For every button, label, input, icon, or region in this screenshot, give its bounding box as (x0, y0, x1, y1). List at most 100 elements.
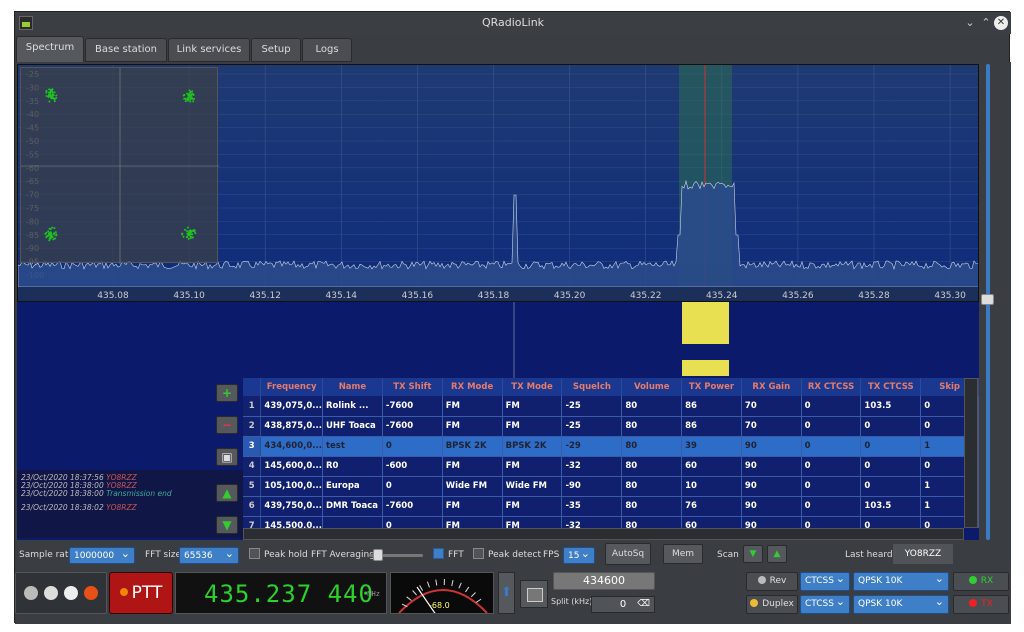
close-icon[interactable]: ✕ (994, 16, 1008, 30)
table-cell[interactable]: 0 (801, 436, 862, 457)
table-cell[interactable]: 0 (801, 476, 862, 497)
table-cell[interactable]: 60 (681, 516, 742, 528)
tx-mode-select[interactable]: QPSK 10K (853, 593, 949, 614)
table-cell[interactable]: -35 (561, 496, 623, 517)
scan-up-button[interactable]: ▲ (767, 545, 787, 563)
table-cell[interactable]: -7600 (382, 396, 443, 417)
table-row[interactable]: 6 439,750,0... DMR Toaca -7600 FM FM -35 80 76 90… (243, 496, 979, 517)
mem-button[interactable]: Mem (663, 544, 703, 564)
tab-logs[interactable]: Logs (302, 38, 352, 62)
fft-size-select[interactable]: 65536 (179, 545, 239, 564)
table-cell[interactable]: -7600 (382, 496, 443, 517)
save-memory-button[interactable]: ▣ (216, 448, 238, 466)
table-cell[interactable]: -7600 (382, 416, 443, 437)
table-cell[interactable]: 0 (860, 476, 922, 497)
table-cell[interactable]: Europa (322, 476, 383, 497)
table-cell[interactable]: 145,600,0... (260, 456, 323, 477)
table-header-cell[interactable]: Volume (621, 378, 683, 396)
table-cell[interactable]: DMR Toaca (322, 496, 383, 517)
table-cell[interactable]: -25 (561, 396, 623, 417)
table-cell[interactable]: 39 (681, 436, 742, 457)
table-header-cell[interactable]: Squelch (561, 378, 623, 396)
fps-select[interactable]: 15 (563, 545, 595, 564)
move-down-button[interactable]: ▼ (216, 516, 238, 534)
row-number[interactable]: 7 (243, 516, 262, 528)
table-header-cell[interactable]: Name (322, 378, 383, 396)
autosq-button[interactable]: AutoSq (605, 543, 651, 565)
table-vertical-scrollbar[interactable] (964, 378, 978, 528)
table-cell[interactable]: 0 (382, 516, 443, 528)
rev-button[interactable]: Rev (746, 572, 798, 591)
spectrum-plot[interactable]: 435.08 435.10 435.12 435.14 435.16 435.18 435.… (17, 64, 979, 302)
table-cell[interactable]: 0 (860, 416, 922, 437)
row-number[interactable]: 2 (243, 416, 262, 437)
table-cell[interactable]: BPSK 2K (442, 436, 503, 457)
table-cell[interactable]: 0 (860, 516, 922, 528)
table-cell[interactable]: 80 (621, 456, 683, 477)
table-cell[interactable]: test (322, 436, 383, 457)
peak-hold-checkbox[interactable]: Peak hold (249, 547, 308, 564)
table-row[interactable]: 2 438,875,0... UHF Toaca -7600 FM FM -25 80 86 70… (243, 416, 979, 437)
tune-button[interactable]: ⬆ (498, 572, 515, 614)
tx-button[interactable]: TX (953, 595, 1009, 614)
table-cell[interactable]: 439,750,0... (260, 496, 323, 517)
table-row[interactable]: 3 434,600,0... test 0 BPSK 2K BPSK 2K -29 80 39 9… (243, 436, 979, 457)
rx-mode-select[interactable]: QPSK 10K (853, 570, 949, 591)
table-cell[interactable]: 76 (681, 496, 742, 517)
table-row[interactable]: 5 105,100,0... Europa 0 Wide FM Wide FM -90 80 1… (243, 476, 979, 497)
table-header-cell[interactable]: TX Shift (382, 378, 443, 396)
gain-slider-handle[interactable] (981, 294, 994, 305)
row-number[interactable]: 6 (243, 496, 262, 517)
table-header-cell[interactable]: RX Gain (741, 378, 802, 396)
table-cell[interactable]: FM (442, 496, 503, 517)
table-cell[interactable]: 86 (681, 396, 742, 417)
table-cell[interactable]: 0 (860, 436, 922, 457)
table-horizontal-scrollbar[interactable] (243, 528, 964, 540)
table-cell[interactable]: FM (502, 496, 563, 517)
table-cell[interactable]: -32 (561, 516, 623, 528)
table-cell[interactable]: UHF Toaca (322, 416, 383, 437)
table-header-cell[interactable]: TX Mode (502, 378, 563, 396)
memory-table[interactable]: Frequency Name TX Shift RX Mode TX Mode Squel… (243, 378, 979, 528)
table-cell[interactable]: FM (502, 456, 563, 477)
table-cell[interactable]: 0 (801, 516, 862, 528)
table-cell[interactable]: 103.5 (860, 396, 922, 417)
move-up-button[interactable]: ▲ (216, 484, 238, 502)
tab-spectrum[interactable]: Spectrum (16, 36, 84, 62)
table-header-cell[interactable]: RX Mode (442, 378, 503, 396)
table-header-cell[interactable]: Frequency (260, 378, 323, 396)
table-cell[interactable]: 0 (382, 436, 443, 457)
tune-frequency-field[interactable]: 434600 (553, 572, 655, 590)
table-row[interactable]: 1 439,075,0... Rolink ... -7600 FM FM -25 80 86 7… (243, 396, 979, 417)
table-cell[interactable]: Wide FM (502, 476, 563, 497)
table-header-cell[interactable]: TX CTCSS (860, 378, 922, 396)
tab-link-services[interactable]: Link services (168, 38, 250, 62)
table-row[interactable]: 4 145,600,0... R0 -600 FM FM -32 80 60 90 0 0 0 (243, 456, 979, 477)
fft-averaging-handle[interactable] (373, 549, 383, 561)
table-cell[interactable]: 439,075,0... (260, 396, 323, 417)
table-cell[interactable]: -29 (561, 436, 623, 457)
table-cell[interactable]: FM (442, 516, 503, 528)
table-cell[interactable] (322, 516, 383, 528)
split-field[interactable]: 0 ⌫ (591, 596, 655, 613)
table-cell[interactable]: 10 (681, 476, 742, 497)
rx-ctcss-select[interactable]: CTCSS (800, 570, 850, 591)
fft-checkbox[interactable]: FFT (433, 547, 464, 564)
table-cell[interactable]: BPSK 2K (502, 436, 563, 457)
scan-down-button[interactable]: ▼ (743, 545, 763, 563)
table-cell[interactable]: -90 (561, 476, 623, 497)
row-number[interactable]: 4 (243, 456, 262, 477)
duplex-button[interactable]: Duplex (746, 595, 798, 614)
table-cell[interactable]: 90 (741, 476, 802, 497)
table-cell[interactable]: 90 (741, 456, 802, 477)
table-cell[interactable]: 86 (681, 416, 742, 437)
table-cell[interactable]: 434,600,0... (260, 436, 323, 457)
table-cell[interactable]: 0 (801, 496, 862, 517)
sample-rate-select[interactable]: 1000000 (69, 545, 135, 564)
table-cell[interactable]: 0 (801, 416, 862, 437)
table-cell[interactable]: 80 (621, 436, 683, 457)
table-cell[interactable]: 103.5 (860, 496, 922, 517)
table-cell[interactable]: 0 (382, 476, 443, 497)
table-cell[interactable]: 70 (741, 396, 802, 417)
table-cell[interactable]: -600 (382, 456, 443, 477)
